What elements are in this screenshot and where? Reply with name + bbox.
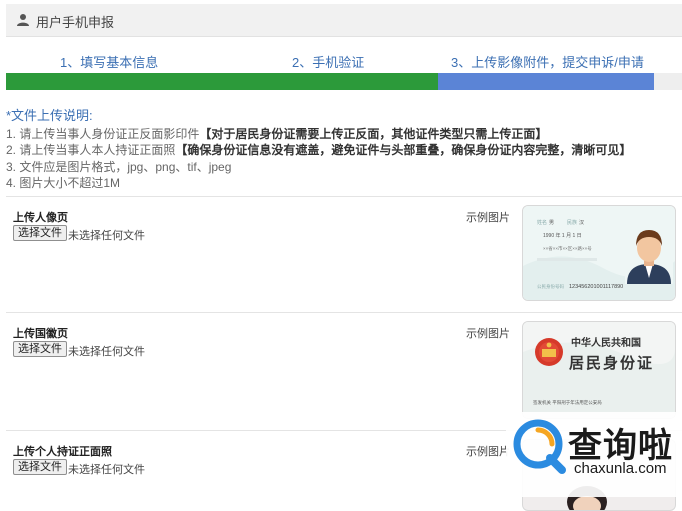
upload-label: 上传国徽页 <box>13 328 68 340</box>
instruction-line-1: 1. 请上传当事人身份证正反面影印件【对于居民身份证需要上传正反面，其他证件类型… <box>6 126 548 141</box>
header-bar: 用户手机申报 <box>6 4 682 37</box>
choose-file-button[interactable]: 选择文件 <box>13 459 67 475</box>
instructions-heading: *文件上传说明: <box>6 108 93 123</box>
svg-text:公民身份号码: 公民身份号码 <box>537 283 564 290</box>
step-progress-bar <box>6 73 682 90</box>
instruction-line-2: 2. 请上传当事人本人持证正面照【确保身份证信息没有遮盖，避免证件与头部重叠，确… <box>6 143 632 157</box>
page-title: 用户手机申报 <box>36 15 115 30</box>
svg-text:居民身份证: 居民身份证 <box>569 354 654 372</box>
progress-current-segment <box>438 73 654 90</box>
svg-text:民族: 民族 <box>567 219 577 226</box>
site-watermark: 查询啦 chaxunla.com <box>506 412 682 497</box>
upload-row-portrait: 上传人像页 选择文件 未选择任何文件 示例图片 姓名 男 民族 汉 1990 年… <box>6 196 682 313</box>
id-card-back-illustration: 中华人民共和国 居民身份证 签发机关 平阳刑于年法用定公安局 <box>523 322 675 418</box>
upload-label: 上传人像页 <box>13 212 68 224</box>
user-icon <box>17 14 29 26</box>
svg-text:汉: 汉 <box>579 219 584 226</box>
svg-text:姓名: 姓名 <box>537 219 547 226</box>
national-emblem-icon <box>535 338 563 366</box>
svg-text:中华人民共和国: 中华人民共和国 <box>571 336 641 349</box>
progress-done-segment <box>6 73 438 90</box>
instruction-line-3: 3. 文件应是图片格式，jpg、png、tif、jpeg <box>6 159 232 174</box>
upload-instructions: *文件上传说明: 1. 请上传当事人身份证正反面影印件【对于居民身份证需要上传正… <box>6 108 676 192</box>
sample-label: 示例图片 <box>466 328 510 340</box>
file-status: 未选择任何文件 <box>68 230 145 242</box>
step-indicator: 1、填写基本信息 2、手机验证 3、上传影像附件，提交申诉/申请 <box>6 52 682 72</box>
sample-id-card-back: 中华人民共和国 居民身份证 签发机关 平阳刑于年法用定公安局 <box>522 321 676 419</box>
svg-text:123456201001117890: 123456201001117890 <box>569 284 623 290</box>
step-2-label: 2、手机验证 <box>292 55 365 70</box>
svg-text:签发机关 平阳刑于年法用定公安局: 签发机关 平阳刑于年法用定公安局 <box>533 399 602 406</box>
sample-id-card-front: 姓名 男 民族 汉 1990 年 1 月 1 日 ××省××市××区××路××号… <box>522 205 676 301</box>
sample-label: 示例图片 <box>466 446 510 458</box>
watermark-brand-url: chaxunla.com <box>574 460 667 477</box>
file-status: 未选择任何文件 <box>68 464 145 476</box>
instruction-line-4: 4. 图片大小不超过1M <box>6 176 121 190</box>
magnifier-logo-icon <box>513 419 566 474</box>
svg-text:××省××市××区××路××号: ××省××市××区××路××号 <box>543 245 592 252</box>
svg-text:1990 年 1 月 1 日: 1990 年 1 月 1 日 <box>543 232 582 239</box>
id-card-front-illustration: 姓名 男 民族 汉 1990 年 1 月 1 日 ××省××市××区××路××号… <box>523 206 675 300</box>
svg-text:男: 男 <box>549 220 554 226</box>
file-status: 未选择任何文件 <box>68 346 145 358</box>
sample-label: 示例图片 <box>466 212 510 224</box>
portrait-avatar <box>625 230 673 284</box>
choose-file-button[interactable]: 选择文件 <box>13 341 67 357</box>
step-1-label: 1、填写基本信息 <box>60 55 159 70</box>
choose-file-button[interactable]: 选择文件 <box>13 225 67 241</box>
upload-label: 上传个人持证正面照 <box>13 446 112 458</box>
step-3-label: 3、上传影像附件，提交申诉/申请 <box>451 55 644 70</box>
